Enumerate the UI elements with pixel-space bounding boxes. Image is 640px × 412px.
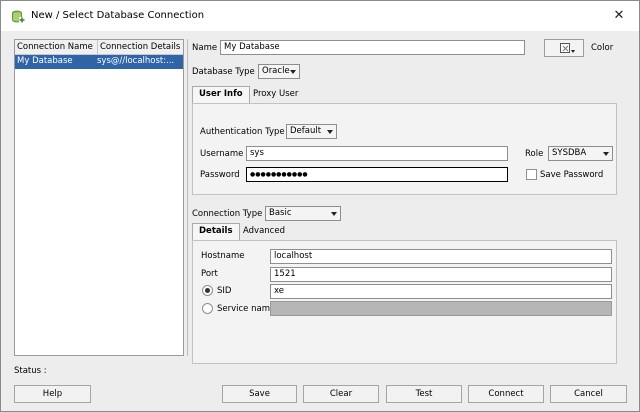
connection-type-select[interactable]: Basic [265, 206, 341, 221]
save-password-label[interactable]: Save Password [540, 170, 603, 180]
username-label: Username [200, 149, 244, 159]
database-plus-icon [12, 10, 25, 23]
database-type-select[interactable]: Oracle [258, 64, 300, 79]
color-label: Color [591, 43, 614, 53]
chevron-down-icon [603, 152, 609, 156]
color-picker-button[interactable] [544, 39, 584, 57]
service-name-radio[interactable] [202, 303, 213, 314]
user-info-panel: Authentication Type Default Username sys… [192, 103, 617, 195]
save-button[interactable]: Save [222, 385, 297, 403]
auth-type-value: Default [290, 126, 322, 136]
database-type-label: Database Type [192, 67, 255, 77]
role-label: Role [525, 149, 544, 159]
close-button[interactable]: ✕ [608, 7, 630, 25]
cancel-button-label: Cancel [574, 389, 603, 399]
auth-type-select[interactable]: Default [286, 124, 337, 139]
column-header-connection-name[interactable]: Connection Name [17, 42, 97, 52]
chevron-down-icon [331, 212, 337, 216]
column-header-connection-details[interactable]: Connection Details [97, 40, 183, 54]
connection-name-cell: My Database [17, 56, 73, 66]
database-type-value: Oracle [262, 66, 290, 76]
clear-button[interactable]: Clear [303, 385, 379, 403]
auth-type-label: Authentication Type [200, 127, 285, 137]
tab-proxy-user[interactable]: Proxy User [247, 87, 304, 104]
close-icon: ✕ [613, 8, 625, 23]
service-name-field [270, 301, 612, 316]
sid-radio[interactable] [202, 285, 213, 296]
details-panel: Hostname localhost Port 1521 SID xe Serv… [192, 240, 617, 364]
hostname-field[interactable]: localhost [270, 249, 612, 264]
save-button-label: Save [249, 389, 270, 399]
tab-details[interactable]: Details [192, 223, 240, 240]
test-button-label: Test [415, 389, 433, 399]
password-label: Password [200, 170, 240, 180]
name-label: Name [192, 43, 218, 53]
dialog-window: New / Select Database Connection ✕ Conne… [0, 0, 640, 412]
chevron-down-icon [327, 130, 333, 134]
name-field[interactable]: My Database [220, 40, 525, 55]
chevron-down-icon [571, 50, 575, 53]
connection-type-label: Connection Type [192, 209, 263, 219]
username-field[interactable]: sys [246, 146, 508, 161]
role-value: SYSDBA [552, 148, 587, 158]
cancel-button[interactable]: Cancel [550, 385, 627, 403]
port-label: Port [201, 269, 218, 279]
tab-user-info[interactable]: User Info [192, 86, 250, 103]
connect-button[interactable]: Connect [468, 385, 544, 403]
password-field[interactable]: ●●●●●●●●●●● [246, 167, 508, 182]
help-button-label: Help [42, 389, 63, 399]
service-name-label[interactable]: Service name [217, 304, 275, 314]
tab-advanced[interactable]: Advanced [237, 224, 291, 241]
chevron-down-icon [290, 70, 296, 74]
connection-list-header: Connection Name Connection Details [15, 40, 183, 55]
sid-field[interactable]: xe [270, 284, 612, 299]
connection-list: Connection Name Connection Details My Da… [14, 39, 184, 356]
role-select[interactable]: SYSDBA [548, 146, 613, 161]
hostname-label: Hostname [201, 251, 245, 261]
connect-button-label: Connect [488, 389, 524, 399]
sid-label[interactable]: SID [217, 286, 231, 296]
window-title: New / Select Database Connection [31, 10, 205, 21]
status-label: Status : [14, 366, 47, 376]
connection-details-cell: sys@//localhost:... [97, 56, 175, 66]
port-field[interactable]: 1521 [270, 267, 612, 282]
connection-type-value: Basic [269, 208, 292, 218]
title-bar: New / Select Database Connection ✕ [1, 1, 639, 31]
help-button[interactable]: Help [14, 385, 91, 403]
color-swatch-icon [560, 43, 570, 53]
table-row[interactable]: My Database sys@//localhost:... [15, 55, 183, 69]
split-divider[interactable] [187, 39, 188, 356]
clear-button-label: Clear [329, 389, 353, 399]
test-button[interactable]: Test [386, 385, 462, 403]
save-password-checkbox[interactable] [526, 169, 537, 180]
